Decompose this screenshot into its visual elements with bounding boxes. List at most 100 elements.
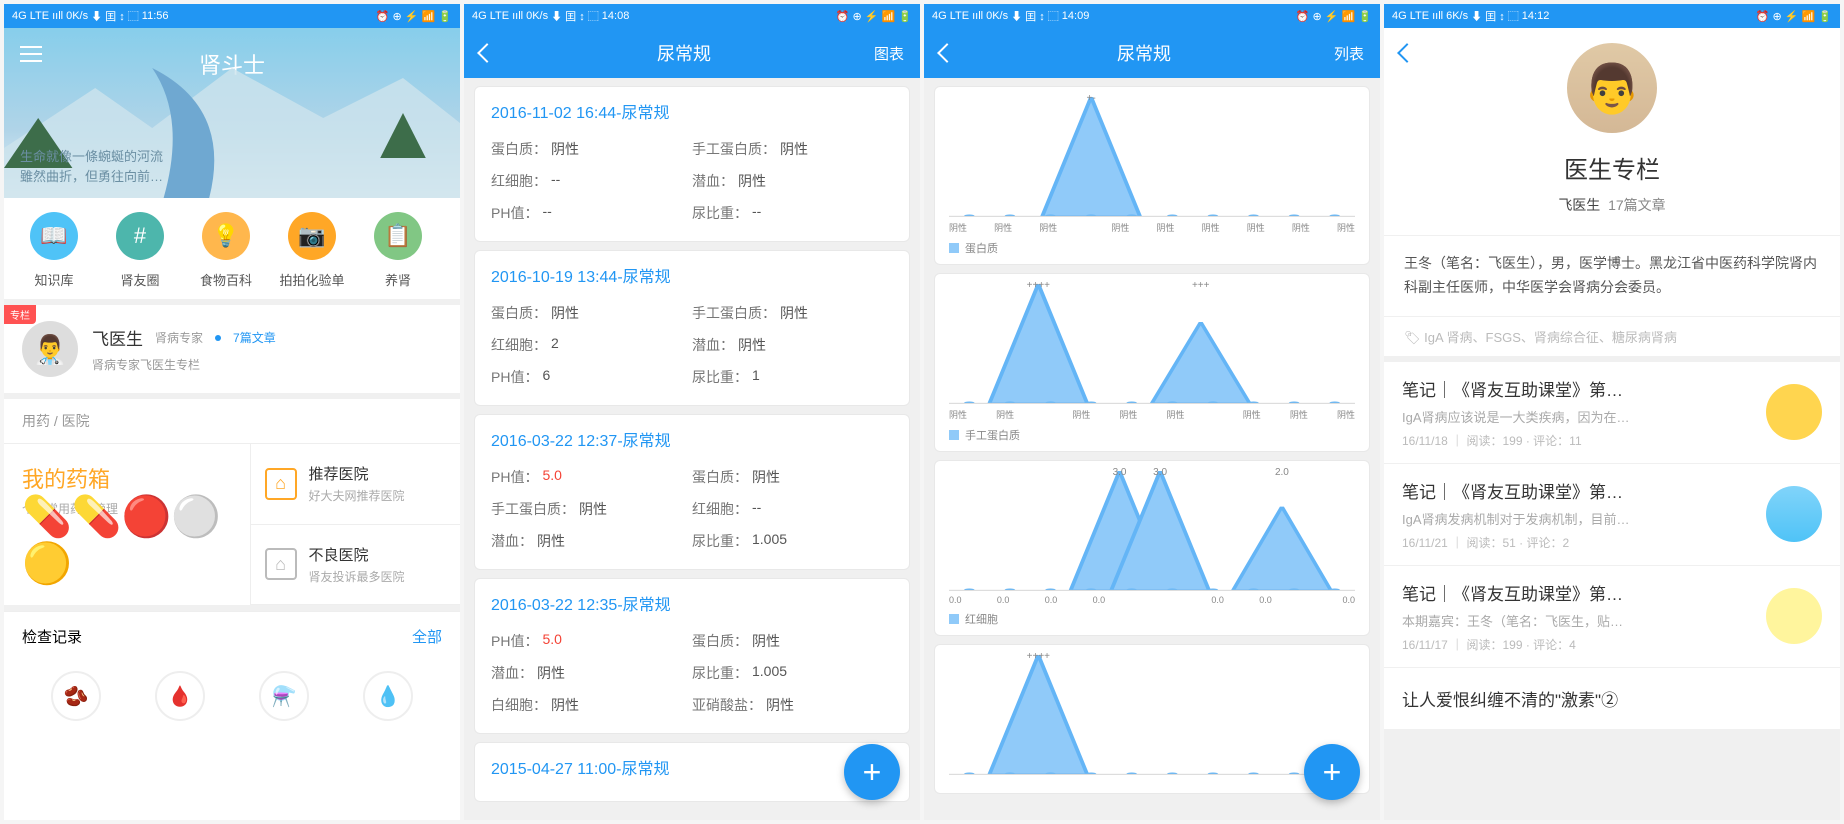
- record-card[interactable]: 2016-11-02 16:44-尿常规蛋白质：阴性手工蛋白质：阴性红细胞：--…: [474, 86, 910, 242]
- chart-legend: 红细胞: [949, 611, 1355, 627]
- param-row: 蛋白质：阴性: [491, 133, 692, 165]
- house-icon: ⌂: [265, 548, 297, 580]
- check-icon-3[interactable]: 💧: [363, 671, 413, 721]
- param-row: PH值：5.0: [491, 461, 692, 493]
- param-row: 潜血：阴性: [491, 657, 692, 689]
- column-title: 医生专栏: [1384, 150, 1840, 185]
- category-icon: 📋: [374, 212, 422, 260]
- column-badge: 专栏: [4, 305, 36, 324]
- category-2[interactable]: 💡食物百科: [184, 212, 268, 289]
- param-row: 蛋白质：阴性: [692, 461, 893, 493]
- x-axis-labels: [949, 775, 1355, 785]
- hero-banner: 肾斗士 生命就像一條蜿蜒的河流 雖然曲折，但勇往向前…: [4, 28, 460, 198]
- param-row: 蛋白质：阴性: [491, 297, 692, 329]
- param-row: 手工蛋白质：阴性: [491, 493, 692, 525]
- chart-toggle[interactable]: 图表: [874, 43, 904, 64]
- add-button[interactable]: +: [844, 744, 900, 800]
- param-row: 潜血：阴性: [692, 329, 893, 361]
- nav-title: 尿常规: [954, 40, 1334, 66]
- record-card[interactable]: 2016-03-22 12:35-尿常规 PH值：5.0蛋白质：阴性潜血：阴性尿比…: [474, 578, 910, 734]
- category-row: 📖知识库#肾友圈💡食物百科📷拍拍化验单📋养肾: [4, 198, 460, 299]
- param-row: 尿比重：--: [692, 197, 893, 229]
- article-thumb: [1766, 486, 1822, 542]
- param-row: 尿比重：1.005: [692, 525, 893, 557]
- record-card[interactable]: 2016-03-22 12:37-尿常规 PH值：5.0蛋白质：阴性手工蛋白质：阴…: [474, 414, 910, 570]
- category-1[interactable]: #肾友圈: [98, 212, 182, 289]
- all-link[interactable]: 全部: [412, 626, 442, 647]
- check-icon-2[interactable]: ⚗️: [259, 671, 309, 721]
- medicine-section: 我的药箱 个人常用药物管理 💊💊🔴⚪🟡 ⌂推荐医院好大夫网推荐医院⌂不良医院肾友…: [4, 443, 460, 605]
- record-header: 2015-04-27 11:00-尿常规: [491, 755, 893, 779]
- category-icon: #: [116, 212, 164, 260]
- article-item[interactable]: 笔记｜《肾友互助课堂》第…IgA肾病应该说是一大类疾病，因为在…16/11/18…: [1384, 362, 1840, 464]
- check-icon-1[interactable]: 🩸: [155, 671, 205, 721]
- article-item[interactable]: 笔记｜《肾友互助课堂》第…IgA肾病发病机制对于发病机制，目前…16/11/21…: [1384, 464, 1840, 566]
- article-item[interactable]: 笔记｜《肾友互助课堂》第…本期嘉宾：王冬（笔名：飞医生，贴…16/11/17 ｜…: [1384, 566, 1840, 668]
- chart-legend: 手工蛋白质: [949, 427, 1355, 443]
- status-bar: 4G LTEııll0K/s⬇ 囯 ↕ ⬚11:56 ⏰ ⊕ ⚡ 📶 🔋: [4, 4, 460, 28]
- param-row: 尿比重：1.005: [692, 657, 893, 689]
- check-records-row[interactable]: 检查记录 全部: [4, 611, 460, 661]
- param-row: PH值：--: [491, 197, 692, 229]
- record-header: 2016-03-22 12:35-尿常规: [491, 591, 893, 615]
- nav-bar: 尿常规 列表: [924, 28, 1380, 78]
- param-row: 潜血：阴性: [491, 525, 692, 557]
- status-bar: 4G LTEııll0K/s⬇ 囯 ↕ ⬚14:08 ⏰ ⊕ ⚡ 📶 🔋: [464, 4, 920, 28]
- param-row: 尿比重：1: [692, 361, 893, 393]
- house-icon: ⌂: [265, 468, 297, 500]
- article-item[interactable]: 让人爱恨纠缠不清的"激素"②: [1384, 668, 1840, 729]
- record-card[interactable]: 2016-10-19 13:44-尿常规蛋白质：阴性手工蛋白质：阴性红细胞：2潜…: [474, 250, 910, 406]
- doctor-tags: 🏷 IgA 肾病、FSGS、肾病综合征、糖尿病肾病: [1384, 316, 1840, 356]
- x-axis-labels: 阴性阴性阴性阴性阴性阴性阴性阴性: [949, 404, 1355, 427]
- category-icon: 📷: [288, 212, 336, 260]
- screen-urine-chart: 4G LTEııll0K/s⬇ 囯 ↕ ⬚14:09 ⏰ ⊕ ⚡ 📶 🔋 尿常规…: [924, 4, 1380, 820]
- doctor-name: 飞医生: [92, 325, 143, 350]
- nav-title: 尿常规: [494, 40, 874, 66]
- screen-doctor-column: 4G LTEııll6K/s⬇ 囯 ↕ ⬚14:12 ⏰ ⊕ ⚡ 📶 🔋 👨 医…: [1384, 4, 1840, 820]
- hospital-item-1[interactable]: ⌂不良医院肾友投诉最多医院: [251, 525, 461, 606]
- category-icon: 📖: [30, 212, 78, 260]
- param-row: PH值：5.0: [491, 625, 692, 657]
- doctor-card[interactable]: 专栏 👨‍⚕️ 飞医生肾病专家7篇文章 肾病专家飞医生专栏: [4, 305, 460, 393]
- back-icon[interactable]: [1397, 43, 1417, 63]
- param-row: 蛋白质：阴性: [692, 625, 893, 657]
- category-0[interactable]: 📖知识库: [12, 212, 96, 289]
- hospital-item-0[interactable]: ⌂推荐医院好大夫网推荐医院: [251, 444, 461, 525]
- hospital-list: ⌂推荐医院好大夫网推荐医院⌂不良医院肾友投诉最多医院: [251, 444, 461, 605]
- category-4[interactable]: 📋养肾: [356, 212, 440, 289]
- category-icon: 💡: [202, 212, 250, 260]
- my-medicine-box[interactable]: 我的药箱 个人常用药物管理 💊💊🔴⚪🟡: [4, 444, 251, 605]
- param-row: 潜血：阴性: [692, 165, 893, 197]
- add-button[interactable]: +: [1304, 744, 1360, 800]
- category-3[interactable]: 📷拍拍化验单: [270, 212, 354, 289]
- screen-urine-list: 4G LTEııll0K/s⬇ 囯 ↕ ⬚14:08 ⏰ ⊕ ⚡ 📶 🔋 尿常规…: [464, 4, 920, 820]
- status-bar: 4G LTEııll6K/s⬇ 囯 ↕ ⬚14:12 ⏰ ⊕ ⚡ 📶 🔋: [1384, 4, 1840, 28]
- avatar: 👨‍⚕️: [22, 321, 78, 377]
- article-thumb: [1766, 588, 1822, 644]
- chart-legend: 蛋白质: [949, 240, 1355, 256]
- list-toggle[interactable]: 列表: [1334, 43, 1364, 64]
- record-header: 2016-11-02 16:44-尿常规: [491, 99, 893, 123]
- param-row: 红细胞：2: [491, 329, 692, 361]
- nav-bar: 尿常规 图表: [464, 28, 920, 78]
- status-bar: 4G LTEııll0K/s⬇ 囯 ↕ ⬚14:09 ⏰ ⊕ ⚡ 📶 🔋: [924, 4, 1380, 28]
- hero-quote: 生命就像一條蜿蜒的河流 雖然曲折，但勇往向前…: [20, 147, 163, 186]
- pills-image: 💊💊🔴⚪🟡: [22, 527, 232, 587]
- menu-icon[interactable]: [20, 46, 42, 62]
- section-label: 用药 / 医院: [4, 399, 460, 443]
- app-title: 肾斗士: [20, 48, 444, 80]
- x-axis-labels: 阴性阴性阴性阴性阴性阴性阴性阴性阴性: [949, 217, 1355, 240]
- param-row: 红细胞：--: [692, 493, 893, 525]
- x-axis-labels: 0.00.00.00.00.00.00.0: [949, 591, 1355, 611]
- doctor-bio: 王冬（笔名：飞医生），男，医学博士。黑龙江省中医药科学院肾内科副主任医师，中华医…: [1384, 235, 1840, 316]
- chart-1: +++++++阴性阴性阴性阴性阴性阴性阴性阴性手工蛋白质: [934, 273, 1370, 452]
- chart-0: +-阴性阴性阴性阴性阴性阴性阴性阴性阴性蛋白质: [934, 86, 1370, 265]
- param-row: PH值：6: [491, 361, 692, 393]
- record-header: 2016-10-19 13:44-尿常规: [491, 263, 893, 287]
- record-header: 2016-03-22 12:37-尿常规: [491, 427, 893, 451]
- check-icon-0[interactable]: 🫘: [51, 671, 101, 721]
- article-thumb: [1766, 384, 1822, 440]
- param-row: 手工蛋白质：阴性: [692, 297, 893, 329]
- screen-home: 4G LTEııll0K/s⬇ 囯 ↕ ⬚11:56 ⏰ ⊕ ⚡ 📶 🔋 肾斗士…: [4, 4, 460, 820]
- chart-2: 3.03.02.00.00.00.00.00.00.00.0红细胞: [934, 460, 1370, 636]
